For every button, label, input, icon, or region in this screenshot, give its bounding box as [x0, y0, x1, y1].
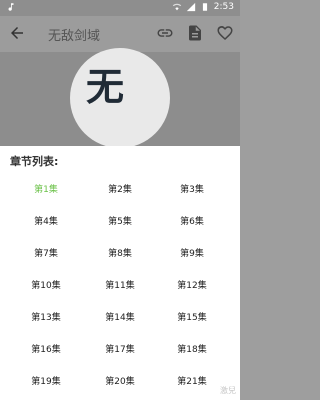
episode-item[interactable]: 第12集 — [168, 278, 216, 291]
episode-grid: 第1集 第2集 第3集 第4集 第5集 第6集 第7集 第8集 第9集 第10集 第11集 第12集第… — [0, 178, 240, 400]
episode-row: 第19集 第20集 第21集 — [0, 370, 240, 400]
episode-item[interactable]: 第2集 — [96, 182, 144, 195]
status-right: 2:53 — [172, 2, 234, 12]
episode-item[interactable]: 第17集 — [96, 342, 144, 355]
episode-item[interactable]: 第7集 — [22, 246, 70, 259]
chapter-list-heading: 章节列表: — [10, 155, 59, 168]
episode-item[interactable]: 第8集 — [96, 246, 144, 259]
episode-item[interactable]: 第14集 — [96, 310, 144, 323]
episode-item[interactable]: 第1集 — [22, 182, 70, 195]
episode-item[interactable]: 第21集 — [168, 374, 216, 387]
episode-item[interactable]: 第15集 — [168, 310, 216, 323]
arrow-left-icon — [11, 27, 23, 39]
episode-item[interactable]: 第11集 — [96, 278, 144, 291]
episode-item[interactable]: 第19集 — [22, 374, 70, 387]
app-screen: 2:53 无敌剑域 无 章节列表: 第1集 第2集 第3集 第4集 第5集 第6集 第7集第… — [0, 0, 240, 400]
episode-item[interactable]: 第20集 — [96, 374, 144, 387]
episode-row: 第7集 第8集 第9集 — [0, 242, 240, 274]
episode-item[interactable]: 第6集 — [168, 214, 216, 227]
document-icon[interactable] — [186, 24, 204, 42]
episode-item[interactable]: 第5集 — [96, 214, 144, 227]
app-bar: 无敌剑域 — [0, 16, 240, 52]
episode-item[interactable]: 第16集 — [22, 342, 70, 355]
status-time: 2:53 — [213, 2, 234, 12]
cover-image: 无 — [70, 48, 170, 148]
link-icon[interactable] — [156, 24, 174, 42]
episode-item[interactable]: 第18集 — [168, 342, 216, 355]
back-button[interactable] — [8, 24, 28, 44]
episode-item[interactable]: 第13集 — [22, 310, 70, 323]
episode-item[interactable]: 第3集 — [168, 182, 216, 195]
episode-row: 第1集 第2集 第3集 — [0, 178, 240, 210]
episode-row: 第13集 第14集 第15集 — [0, 306, 240, 338]
episode-row: 第4集 第5集 第6集 — [0, 210, 240, 242]
episode-item[interactable]: 第10集 — [22, 278, 70, 291]
episode-item[interactable]: 第4集 — [22, 214, 70, 227]
watermark: 激兒 — [220, 386, 236, 395]
episode-item[interactable]: 第9集 — [168, 246, 216, 259]
wifi-icon — [172, 3, 181, 11]
music-icon — [6, 2, 16, 15]
episode-row: 第16集 第17集 第18集 — [0, 338, 240, 370]
episode-row: 第10集 第11集 第12集 — [0, 274, 240, 306]
chapter-sheet: 章节列表: 第1集 第2集 第3集第4集 第5集 第6集第7集 第8集 第9集第10集 第11… — [0, 146, 240, 400]
heart-icon[interactable] — [216, 24, 234, 42]
signal-icon — [186, 2, 195, 12]
page-title: 无敌剑域 — [48, 29, 101, 44]
status-bar: 2:53 — [0, 0, 240, 16]
cover-brush-text: 无 — [86, 64, 125, 109]
toolbar-actions — [156, 24, 234, 42]
battery-icon — [202, 3, 207, 11]
